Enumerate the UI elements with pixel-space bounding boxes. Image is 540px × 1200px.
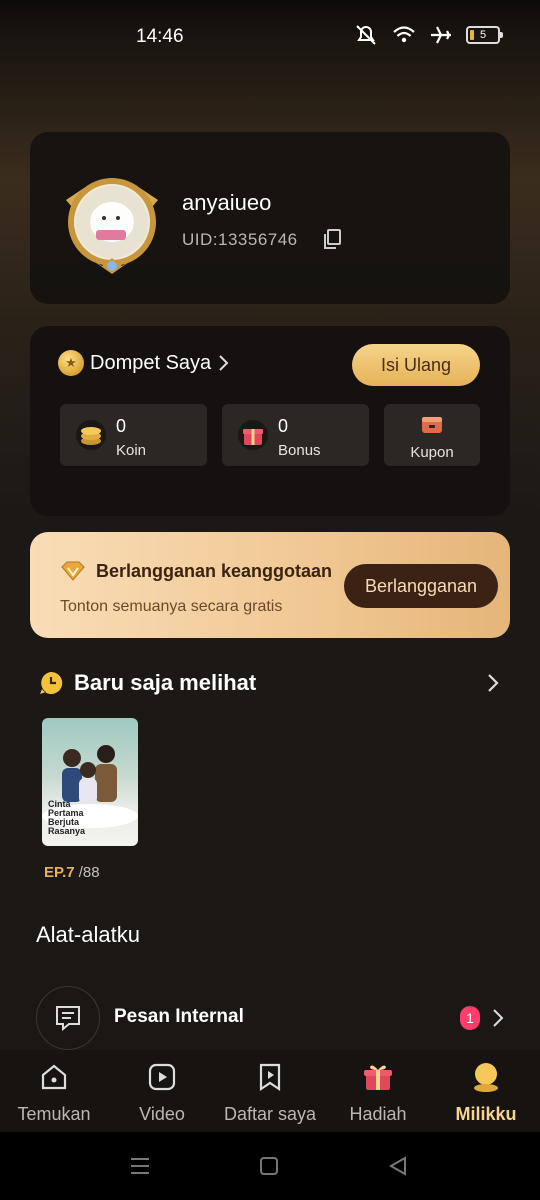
nav-temukan[interactable]: Temukan bbox=[0, 1060, 108, 1125]
play-icon bbox=[108, 1060, 216, 1094]
episode-total: /88 bbox=[78, 864, 100, 881]
clock-icon bbox=[40, 671, 63, 694]
bonus-tile[interactable]: 0 Bonus bbox=[222, 404, 369, 466]
koin-tile[interactable]: 0 Koin bbox=[60, 404, 207, 466]
recent-section-header[interactable]: Baru saja melihat bbox=[38, 670, 256, 696]
user-id: UID:13356746 bbox=[182, 230, 298, 249]
kupon-label: Kupon bbox=[410, 444, 454, 461]
diamond-v-icon bbox=[61, 561, 85, 581]
bonus-value: 0 bbox=[278, 416, 289, 436]
bonus-label: Bonus bbox=[278, 442, 321, 459]
membership-banner[interactable]: Berlangganan keanggotaan Tonton semuanya… bbox=[30, 532, 510, 638]
avatar-frame-icon bbox=[66, 178, 158, 274]
kupon-tile[interactable]: Kupon bbox=[384, 404, 480, 466]
gift-icon bbox=[238, 420, 268, 450]
back-icon[interactable] bbox=[388, 1156, 408, 1176]
chevron-right-icon[interactable] bbox=[486, 672, 500, 694]
episode-current: EP.7 bbox=[44, 864, 75, 881]
profile-icon bbox=[432, 1060, 540, 1094]
mute-bell-icon bbox=[356, 25, 376, 45]
profile-card[interactable]: anyaiueo UID:13356746 bbox=[30, 132, 510, 304]
bookmark-icon bbox=[216, 1060, 324, 1094]
koin-label: Koin bbox=[116, 442, 147, 459]
nav-video[interactable]: Video bbox=[108, 1060, 216, 1125]
wifi-icon bbox=[393, 26, 415, 43]
nav-hadiah[interactable]: Hadiah bbox=[324, 1060, 432, 1125]
membership-title-row: Berlangganan keanggotaan bbox=[60, 560, 332, 582]
nav-label: Hadiah bbox=[349, 1104, 407, 1124]
wallet-title: Dompet Saya bbox=[90, 351, 212, 374]
menu-icon[interactable] bbox=[130, 1156, 150, 1176]
membership-title: Berlangganan keanggotaan bbox=[96, 560, 333, 581]
recent-title: Baru saja melihat bbox=[74, 670, 257, 695]
coins-icon bbox=[76, 420, 106, 450]
membership-subtitle: Tonton semuanya secara gratis bbox=[60, 598, 283, 615]
wallet-link[interactable]: ★ Dompet Saya bbox=[58, 350, 229, 376]
coupon-icon bbox=[422, 417, 442, 433]
topup-button[interactable]: Isi Ulang bbox=[352, 344, 480, 386]
nav-label: Temukan bbox=[17, 1104, 91, 1124]
status-time: 14:46 bbox=[136, 26, 184, 47]
nav-label: Video bbox=[139, 1104, 185, 1124]
gift-icon bbox=[324, 1060, 432, 1094]
nav-label: Daftar saya bbox=[223, 1104, 317, 1124]
bottom-nav: Temukan Video Daftar saya Hadiah Milikku bbox=[0, 1050, 540, 1132]
status-bar: 14:46 5 bbox=[0, 0, 540, 72]
episode-progress: EP.7 /88 bbox=[44, 864, 100, 881]
home-icon bbox=[0, 1060, 108, 1094]
airplane-icon bbox=[431, 26, 451, 44]
nav-milikku[interactable]: Milikku bbox=[432, 1060, 540, 1125]
internal-message-label: Pesan Internal bbox=[114, 1006, 244, 1027]
message-icon bbox=[36, 986, 100, 1050]
tools-title: Alat-alatku bbox=[36, 922, 140, 947]
home-square-icon[interactable] bbox=[259, 1156, 279, 1176]
username: anyaiueo bbox=[182, 190, 272, 215]
battery-level: 5 bbox=[479, 29, 487, 41]
nav-daftar-saya[interactable]: Daftar saya bbox=[216, 1060, 324, 1125]
copy-icon[interactable] bbox=[322, 228, 342, 250]
koin-value: 0 bbox=[116, 416, 127, 436]
battery-icon: 5 bbox=[466, 26, 503, 44]
system-nav-bar bbox=[0, 1132, 540, 1200]
chevron-right-icon bbox=[219, 355, 229, 371]
wallet-card: ★ Dompet Saya Isi Ulang 0 Koin 0 Bonus K… bbox=[30, 326, 510, 516]
unread-badge: 1 bbox=[460, 1006, 480, 1030]
status-icons: 5 bbox=[354, 24, 503, 46]
recent-poster[interactable]: Cinta Pertama Berjuta Rasanya bbox=[42, 718, 138, 846]
internal-message-row[interactable]: Pesan Internal 1 bbox=[36, 986, 504, 1050]
chevron-right-icon bbox=[493, 1009, 504, 1027]
nav-label: Milikku bbox=[455, 1104, 517, 1124]
poster-title: Cinta Pertama Berjuta Rasanya bbox=[48, 799, 86, 836]
avatar[interactable] bbox=[56, 170, 168, 282]
coin-icon: ★ bbox=[58, 350, 84, 376]
subscribe-button[interactable]: Berlangganan bbox=[344, 564, 498, 608]
